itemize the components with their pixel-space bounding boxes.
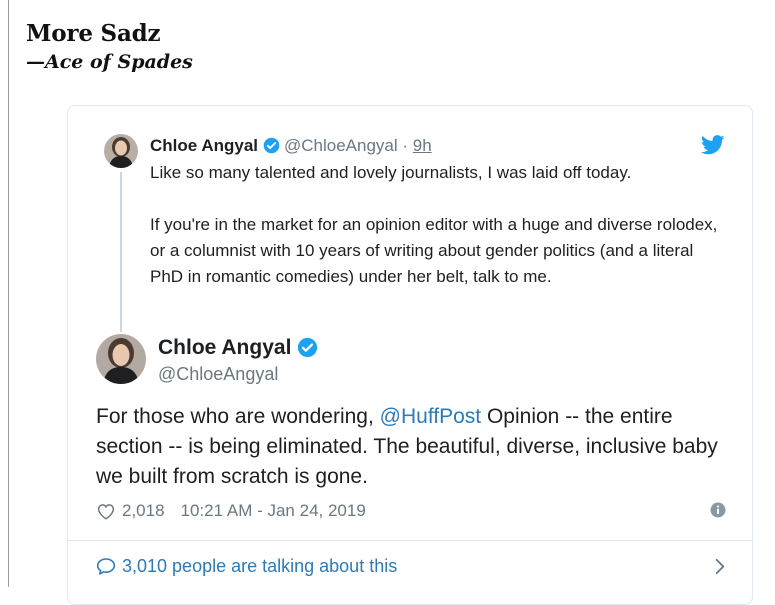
quoted-avatar[interactable] (104, 134, 138, 168)
avatar-photo (96, 334, 146, 384)
heart-icon[interactable] (96, 502, 116, 520)
left-border-rule (8, 0, 9, 587)
embedded-tweet-card[interactable]: Chloe Angyal @ChloeAngyal · 9h Like so m… (67, 105, 753, 605)
info-icon[interactable] (710, 502, 726, 518)
avatar-photo (104, 134, 138, 168)
quoted-tweet-body: Like so many talented and lovely journal… (150, 160, 730, 316)
talking-about-link[interactable]: 3,010 people are talking about this (96, 551, 726, 581)
twitter-bird-icon[interactable] (701, 134, 725, 156)
tweet-meta-row: 2,018 10:21 AM - Jan 24, 2019 (96, 499, 726, 523)
quoted-tweet-header: Chloe Angyal @ChloeAngyal · 9h (150, 134, 432, 158)
like-count[interactable]: 2,018 (122, 501, 165, 520)
verified-badge-icon (298, 337, 318, 358)
verified-badge-icon (263, 137, 280, 154)
huffpost-mention-link[interactable]: @HuffPost (380, 405, 481, 428)
thread-connector-line (120, 172, 122, 332)
main-author-name-text: Chloe Angyal (158, 336, 292, 359)
main-avatar[interactable] (96, 334, 146, 384)
chevron-right-icon[interactable] (714, 558, 726, 575)
quoted-author-handle[interactable]: @ChloeAngyal (284, 136, 398, 155)
speech-bubble-icon (96, 558, 116, 575)
quoted-paragraph-1: Like so many talented and lovely journal… (150, 163, 632, 182)
talking-count-text: 3,010 people are talking about this (122, 556, 398, 576)
main-author-handle[interactable]: @ChloeAngyal (158, 362, 278, 386)
card-divider (68, 540, 752, 541)
post-title: More Sadz (26, 20, 161, 47)
main-author-name[interactable]: Chloe Angyal (158, 334, 322, 362)
main-tweet-body: For those who are wondering, @HuffPost O… (96, 402, 726, 492)
quoted-tweet-time[interactable]: 9h (413, 136, 432, 155)
tweet-timestamp[interactable]: 10:21 AM - Jan 24, 2019 (181, 501, 366, 520)
tweet-text-start: For those who are wondering, (96, 405, 380, 428)
header-separator: · (402, 136, 409, 155)
quoted-author-name[interactable]: Chloe Angyal (150, 136, 258, 155)
quoted-paragraph-2: If you're in the market for an opinion e… (150, 215, 718, 286)
post-byline: —Ace of Spades (26, 51, 193, 73)
